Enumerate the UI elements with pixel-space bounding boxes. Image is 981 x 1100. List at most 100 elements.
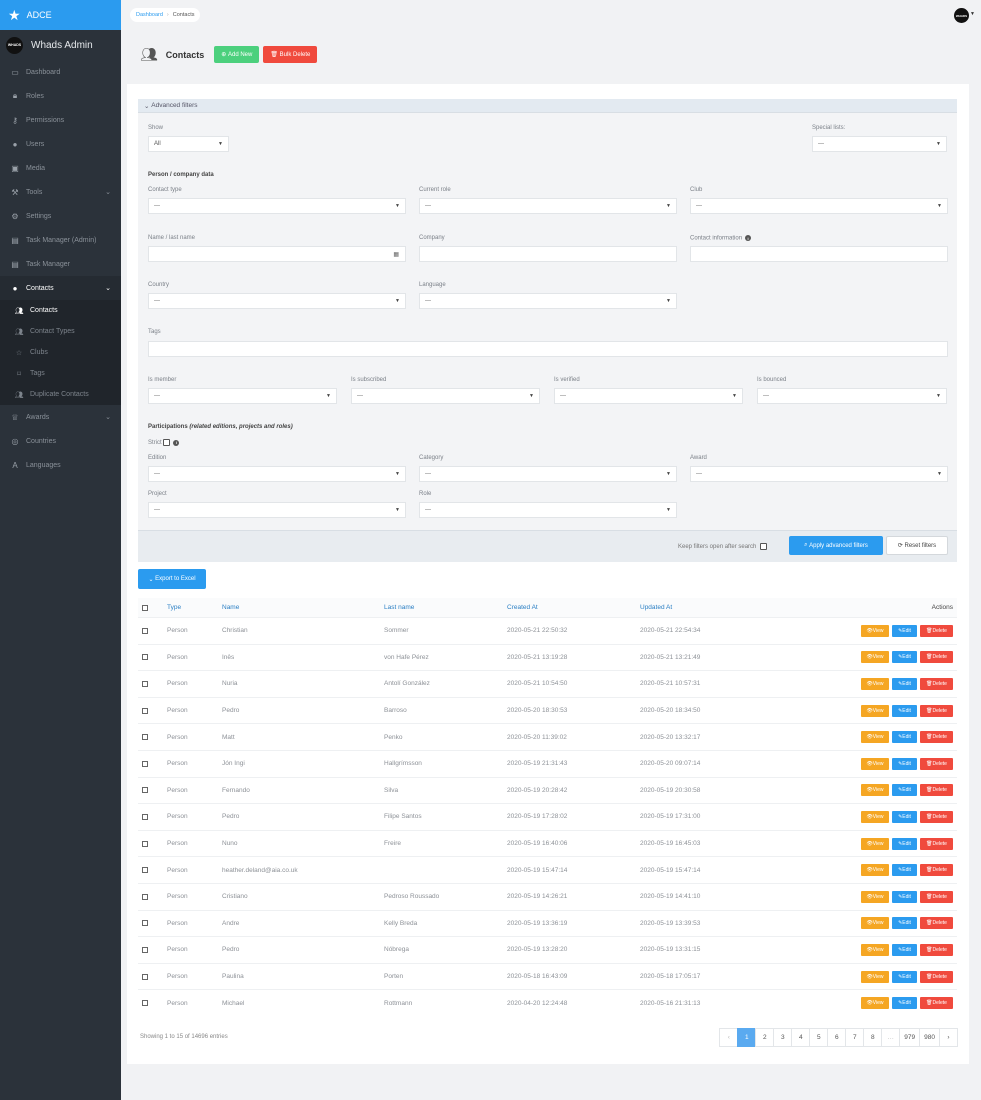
tags-input[interactable] [148,341,948,357]
reset-filters-button[interactable]: ⟳ Reset filters [886,536,948,555]
keep-open-checkbox[interactable] [760,543,768,550]
view-button[interactable]: 👁︎ View [861,864,889,877]
edit-button[interactable]: ✎ Edit [892,837,917,850]
view-button[interactable]: 👁︎ View [861,970,889,983]
edition-select[interactable]: --- ▼ [148,466,406,482]
view-button[interactable]: 👁︎ View [861,651,889,664]
page-5[interactable]: 5 [809,1028,829,1047]
page-7[interactable]: 7 [845,1028,865,1047]
is-verified-select[interactable]: --- ▼ [554,388,743,404]
view-button[interactable]: 👁︎ View [861,704,889,717]
page-2[interactable]: 2 [755,1028,775,1047]
is-bounced-select[interactable]: --- ▼ [757,388,947,404]
column-created-at[interactable]: Created At [507,604,538,611]
edit-button[interactable]: ✎ Edit [892,624,917,637]
user-panel[interactable]: WHADS Whads Admin [0,30,121,60]
row-checkbox[interactable] [142,627,148,634]
sidebar-subitem-contacts[interactable]: 👥︎ Contacts [0,300,121,321]
page-4[interactable]: 4 [791,1028,811,1047]
info-icon[interactable]: i [173,439,180,446]
sidebar-item-contacts[interactable]: ● Contacts ⌄ [0,276,121,300]
bulk-delete-button[interactable]: 🗑︎ Bulk Delete [263,46,318,63]
sidebar-subitem-contact-types[interactable]: 👥︎ Contact Types [0,321,121,342]
club-select[interactable]: --- ▼ [690,198,948,214]
edit-button[interactable]: ✎ Edit [892,784,917,797]
delete-button[interactable]: 🗑︎ Delete [920,837,953,850]
delete-button[interactable]: 🗑︎ Delete [920,784,953,797]
column-name[interactable]: Name [222,604,239,611]
page-prev[interactable]: ‹ [719,1028,739,1047]
sidebar-item-permissions[interactable]: ⚷ Permissions [0,108,121,132]
view-button[interactable]: 👁︎ View [861,731,889,744]
delete-button[interactable]: 🗑︎ Delete [920,917,953,930]
company-input[interactable] [419,246,677,262]
breadcrumb-home[interactable]: Dashboard [136,12,163,18]
avatar[interactable]: WHADS [954,8,969,23]
view-button[interactable]: 👁︎ View [861,997,889,1010]
view-button[interactable]: 👁︎ View [861,810,889,823]
view-button[interactable]: 👁︎ View [861,624,889,637]
current-role-select[interactable]: --- ▼ [419,198,677,214]
name-input[interactable]: ▦ [148,246,406,262]
delete-button[interactable]: 🗑︎ Delete [920,757,953,770]
delete-button[interactable]: 🗑︎ Delete [920,704,953,717]
view-button[interactable]: 👁︎ View [861,784,889,797]
language-select[interactable]: --- ▼ [419,293,677,309]
view-button[interactable]: 👁︎ View [861,757,889,770]
edit-button[interactable]: ✎ Edit [892,890,917,903]
edit-button[interactable]: ✎ Edit [892,864,917,877]
sidebar-item-task-manager-admin[interactable]: ▤ Task Manager (Admin) [0,228,121,252]
row-checkbox[interactable] [142,707,148,714]
view-button[interactable]: 👁︎ View [861,890,889,903]
role-select[interactable]: --- ▼ [419,502,677,518]
sidebar-item-dashboard[interactable]: ▭ Dashboard [0,60,121,84]
row-checkbox[interactable] [142,867,148,874]
page-1[interactable]: 1 [737,1028,757,1047]
sidebar-item-users[interactable]: ● Users [0,132,121,156]
contact-info-input[interactable] [690,246,948,262]
edit-button[interactable]: ✎ Edit [892,917,917,930]
sidebar-item-awards[interactable]: ♕ Awards ⌄ [0,405,121,429]
edit-button[interactable]: ✎ Edit [892,970,917,983]
row-checkbox[interactable] [142,893,148,900]
delete-button[interactable]: 🗑︎ Delete [920,677,953,690]
page-3[interactable]: 3 [773,1028,793,1047]
category-select[interactable]: --- ▼ [419,466,677,482]
edit-button[interactable]: ✎ Edit [892,651,917,664]
sidebar-item-roles[interactable]: 🔒︎ Roles [0,84,121,108]
show-select[interactable]: All ▼ [148,136,229,152]
caret-down-icon[interactable]: ▼ [970,11,975,17]
row-checkbox[interactable] [142,813,148,820]
delete-button[interactable]: 🗑︎ Delete [920,864,953,877]
sidebar-subitem-clubs[interactable]: ☆ Clubs [0,342,121,363]
special-lists-select[interactable]: --- ▼ [812,136,947,152]
edit-button[interactable]: ✎ Edit [892,677,917,690]
view-button[interactable]: 👁︎ View [861,943,889,956]
sidebar-item-settings[interactable]: ⚙ Settings [0,204,121,228]
row-checkbox[interactable] [142,946,148,953]
row-checkbox[interactable] [142,680,148,687]
edit-button[interactable]: ✎ Edit [892,810,917,823]
delete-button[interactable]: 🗑︎ Delete [920,970,953,983]
delete-button[interactable]: 🗑︎ Delete [920,943,953,956]
page-next[interactable]: › [939,1028,958,1047]
row-checkbox[interactable] [142,920,148,927]
contact-type-select[interactable]: --- ▼ [148,198,406,214]
column-last-name[interactable]: Last name [384,604,414,611]
add-new-button[interactable]: ⊕ Add New [214,46,260,63]
page-6[interactable]: 6 [827,1028,847,1047]
strict-checkbox[interactable] [163,439,171,446]
sidebar-subitem-duplicate-contacts[interactable]: 👥︎ Duplicate Contacts [0,384,121,405]
edit-button[interactable]: ✎ Edit [892,997,917,1010]
delete-button[interactable]: 🗑︎ Delete [920,890,953,903]
sidebar-item-countries[interactable]: ◎ Countries [0,429,121,453]
delete-button[interactable]: 🗑︎ Delete [920,997,953,1010]
page-979[interactable]: 979 [899,1028,921,1047]
row-checkbox[interactable] [142,1000,148,1007]
column-updated-at[interactable]: Updated At [640,604,672,611]
delete-button[interactable]: 🗑︎ Delete [920,651,953,664]
delete-button[interactable]: 🗑︎ Delete [920,731,953,744]
row-checkbox[interactable] [142,973,148,980]
is-member-select[interactable]: --- ▼ [148,388,337,404]
delete-button[interactable]: 🗑︎ Delete [920,624,953,637]
